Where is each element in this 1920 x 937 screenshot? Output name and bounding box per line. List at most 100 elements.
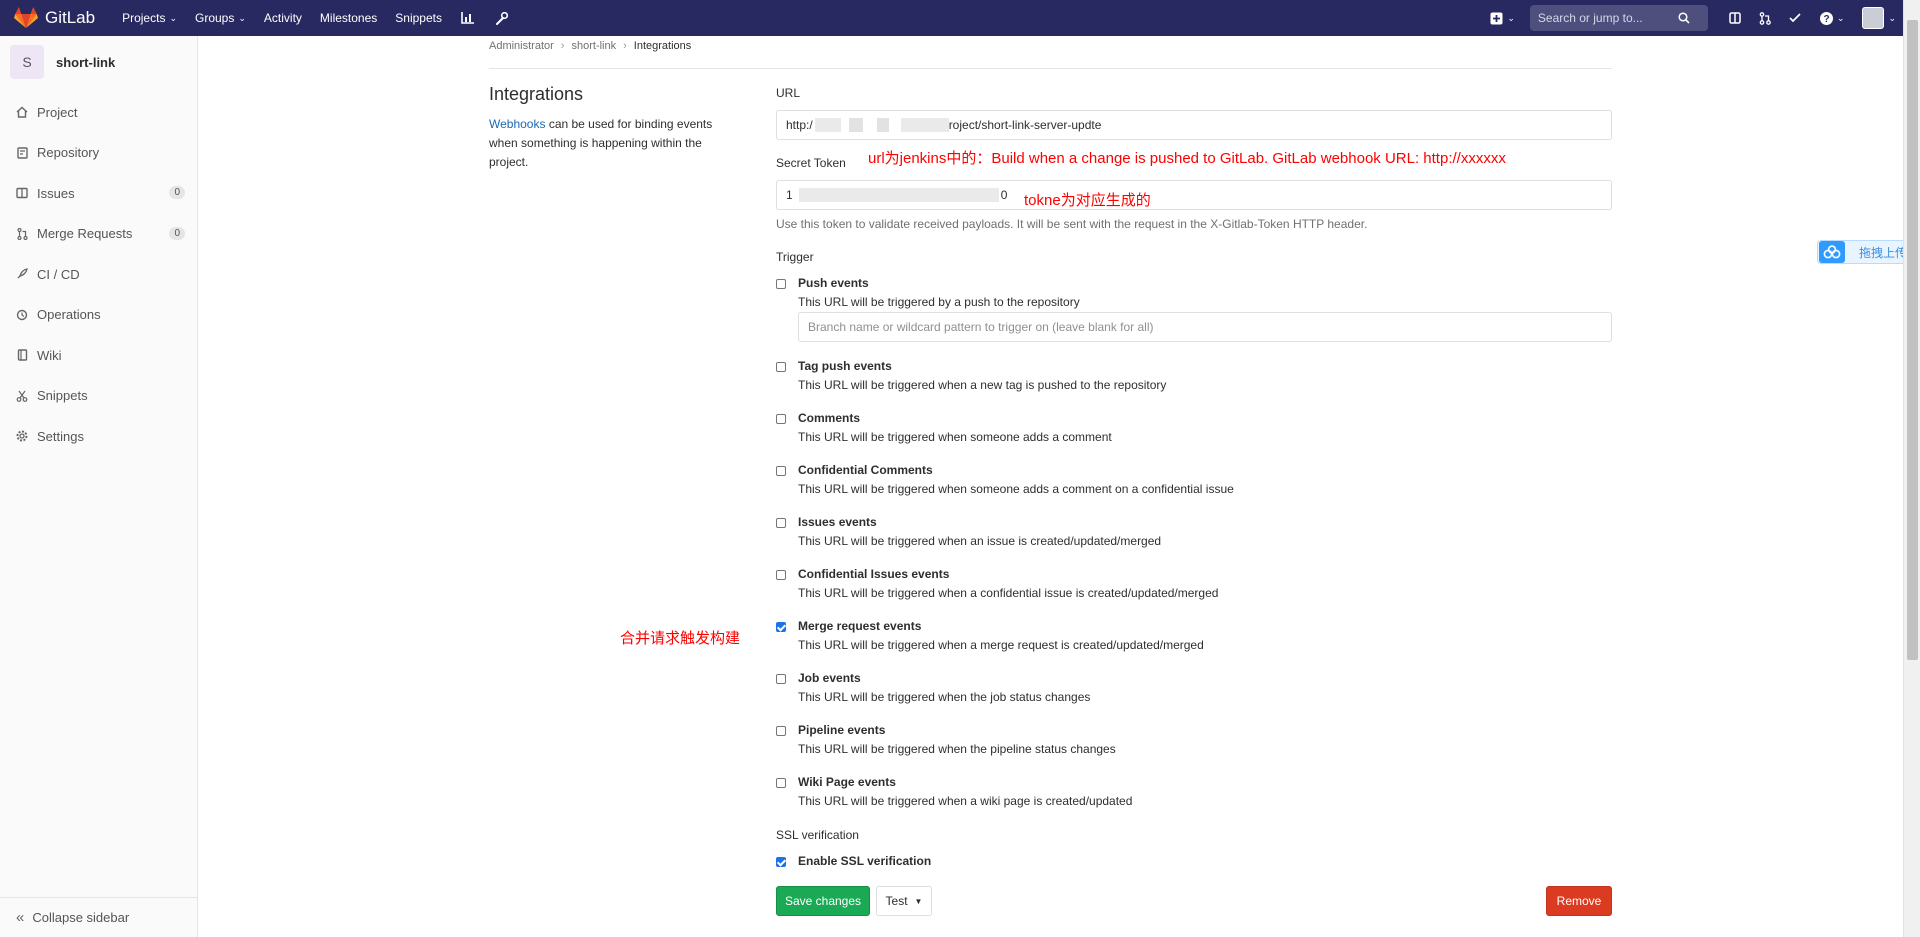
trigger-title: Issues events (798, 515, 877, 529)
trigger-description: This URL will be triggered by a push to … (798, 295, 1080, 309)
token-suffix: 0 (1000, 188, 1008, 202)
merge-request-events-checkbox[interactable] (776, 622, 786, 632)
sidebar-item-settings[interactable]: Settings (0, 416, 197, 457)
svg-text:?: ? (1823, 14, 1829, 25)
url-field[interactable]: http:/ roject/short-link-server-updte (776, 110, 1612, 140)
nav-projects-dropdown[interactable]: Projects ⌄ (122, 11, 177, 25)
issues-events-checkbox[interactable] (776, 518, 786, 528)
trigger-title: Wiki Page events (798, 775, 896, 789)
breadcrumb: Administrator › short-link › Integration… (489, 40, 691, 52)
project-name: short-link (56, 54, 116, 70)
user-avatar (1862, 7, 1885, 29)
drag-upload-widget[interactable]: 拖拽上传 (1817, 240, 1917, 264)
todos-check-icon[interactable] (1789, 12, 1802, 24)
webhooks-link[interactable]: Webhooks (489, 117, 545, 131)
issues-count-badge: 0 (169, 186, 185, 199)
ssl-verification-checkbox[interactable] (776, 857, 786, 867)
search-box[interactable] (1529, 5, 1708, 31)
test-dropdown-button[interactable]: Test ▼ (876, 886, 932, 916)
rocket-icon (16, 268, 28, 280)
trigger-description: This URL will be triggered when a confid… (798, 586, 1219, 600)
confidential-issues-checkbox[interactable] (776, 570, 786, 580)
integrations-intro: Integrations Webhooks can be used for bi… (489, 84, 729, 172)
breadcrumb-project-link[interactable]: short-link (571, 40, 616, 52)
trigger-description: This URL will be triggered when the job … (798, 690, 1091, 704)
search-input[interactable] (1537, 11, 1678, 25)
divider (489, 68, 1612, 69)
help-dropdown[interactable]: ? ⌄ (1819, 11, 1844, 25)
wiki-page-events-checkbox[interactable] (776, 778, 786, 788)
trigger-title: Comments (798, 411, 861, 425)
wrench-icon[interactable] (494, 10, 510, 26)
save-changes-button[interactable]: Save changes (776, 886, 870, 916)
chevron-right-icon: › (623, 40, 627, 52)
breadcrumb-admin-link[interactable]: Administrator (489, 40, 554, 52)
trigger-description: This URL will be triggered when a wiki p… (798, 794, 1133, 808)
scissors-icon (16, 390, 28, 402)
secret-token-field[interactable]: 1 0 (776, 180, 1612, 210)
scrollbar-thumb[interactable] (1907, 20, 1918, 660)
plus-square-icon (1490, 12, 1503, 24)
sidebar-item-label: Snippets (37, 388, 88, 404)
issues-icon (16, 187, 28, 199)
push-events-checkbox[interactable] (776, 279, 786, 289)
nav-snippets-link[interactable]: Snippets (395, 11, 442, 25)
brand-name: GitLab (45, 8, 96, 27)
gitlab-home-link[interactable]: GitLab (14, 7, 95, 29)
secret-token-label: Secret Token (776, 156, 846, 170)
page-scrollbar[interactable] (1903, 0, 1920, 937)
confidential-comments-checkbox[interactable] (776, 466, 786, 476)
tag-push-events-checkbox[interactable] (776, 362, 786, 372)
page-title: Integrations (489, 84, 584, 104)
trigger-description: This URL will be triggered when the pipe… (798, 742, 1116, 756)
doc-icon (16, 147, 28, 159)
sidebar-item-snippets[interactable]: Snippets (0, 376, 197, 417)
trigger-title: Push events (798, 276, 869, 290)
remove-button[interactable]: Remove (1546, 886, 1612, 916)
sidebar-item-issues[interactable]: Issues 0 (0, 173, 197, 214)
book-icon (16, 349, 28, 361)
collapse-sidebar-button[interactable]: « Collapse sidebar (0, 897, 197, 937)
job-events-checkbox[interactable] (776, 674, 786, 684)
project-sidebar: S short-link Project Repository Issues 0… (0, 36, 198, 937)
sidebar-item-merge-requests[interactable]: Merge Requests 0 (0, 214, 197, 255)
merge-requests-count-badge: 0 (169, 226, 185, 240)
chevron-down-icon: ⌄ (1888, 12, 1896, 23)
comments-checkbox[interactable] (776, 414, 786, 424)
sidebar-item-repository[interactable]: Repository (0, 133, 197, 174)
merge-request-icon (16, 227, 28, 240)
merge-request-nav-icon[interactable] (1759, 11, 1771, 25)
nav-link-label: Snippets (395, 11, 442, 25)
sidebar-project-header[interactable]: S short-link (0, 36, 197, 88)
breadcrumb-current[interactable]: Integrations (634, 40, 691, 52)
ssl-checkbox-label: Enable SSL verification (798, 854, 932, 868)
sidebar-item-wiki[interactable]: Wiki (0, 335, 197, 376)
project-avatar: S (10, 45, 44, 79)
url-label: URL (776, 86, 801, 100)
trigger-description: This URL will be triggered when someone … (798, 430, 1112, 444)
sidebar-item-label: Repository (37, 145, 100, 161)
token-prefix: 1 (786, 188, 793, 202)
sidebar-item-project[interactable]: Project (0, 92, 197, 133)
nav-activity-link[interactable]: Activity (264, 11, 302, 25)
home-icon (16, 106, 28, 118)
redacted-block (814, 118, 841, 132)
redacted-block (798, 188, 999, 202)
nav-link-label: Activity (263, 11, 302, 25)
new-item-dropdown[interactable]: ⌄ (1490, 12, 1515, 25)
chart-icon[interactable] (460, 10, 476, 26)
nav-groups-dropdown[interactable]: Groups ⌄ (195, 11, 246, 25)
trigger-title: Pipeline events (798, 723, 886, 737)
todo-issues-icon[interactable] (1729, 12, 1741, 24)
nav-milestones-link[interactable]: Milestones (320, 11, 377, 25)
pipeline-events-checkbox[interactable] (776, 726, 786, 736)
branch-filter-input[interactable] (798, 312, 1612, 342)
sidebar-item-ci-cd[interactable]: CI / CD (0, 254, 197, 295)
trigger-title: Job events (798, 671, 861, 685)
intro-text: Webhooks can be used for binding events … (489, 115, 729, 172)
sidebar-item-operations[interactable]: Operations (0, 295, 197, 336)
user-menu-dropdown[interactable]: ⌄ (1862, 7, 1896, 29)
chevron-down-icon: ⌄ (169, 12, 177, 23)
sidebar-item-label: Operations (37, 307, 101, 323)
trigger-label: Trigger (776, 250, 814, 264)
